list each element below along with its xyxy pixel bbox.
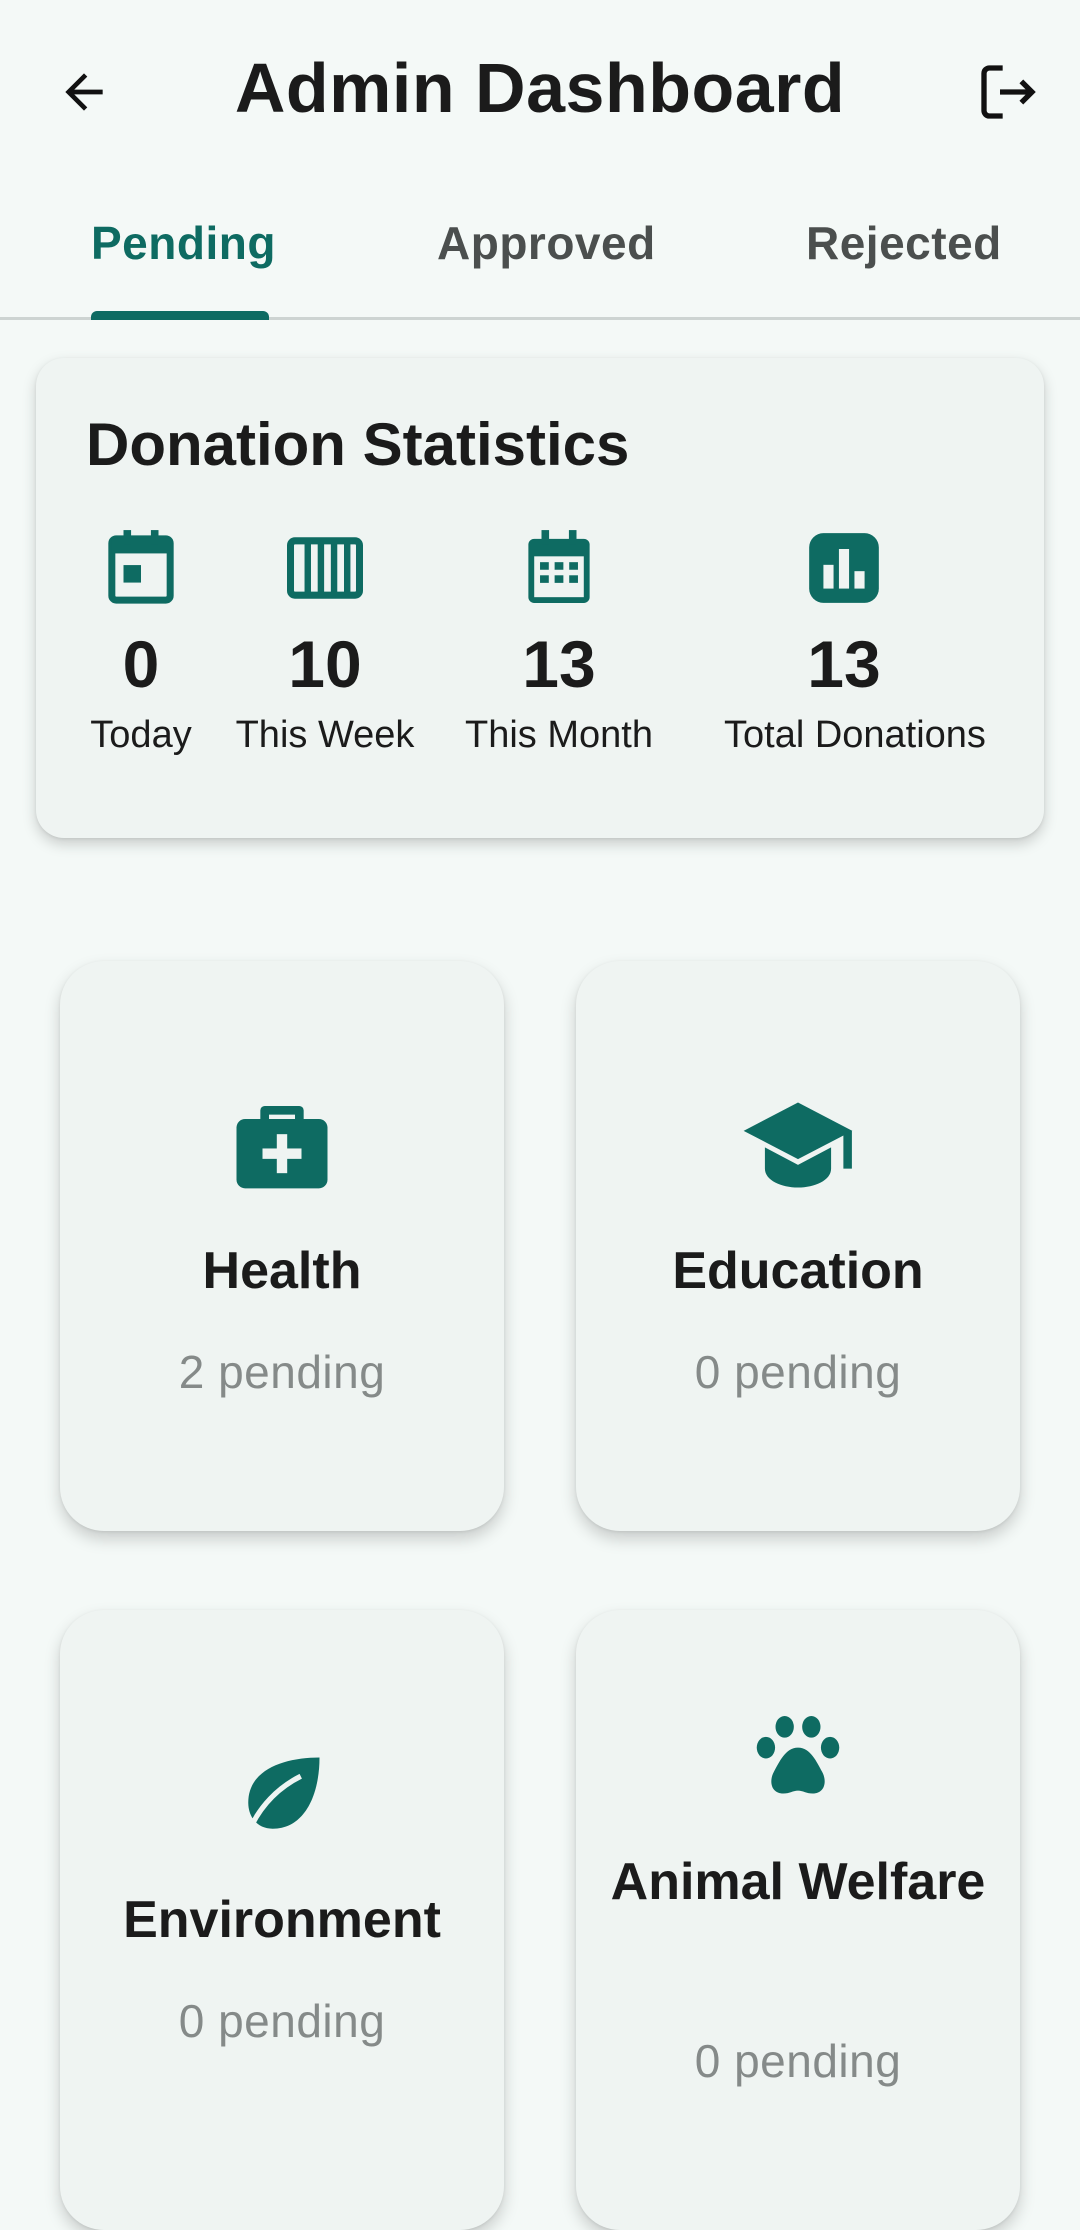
logout-button[interactable] [968,52,1048,132]
logout-icon [981,65,1036,119]
calendar-today-icon [108,530,174,604]
stat-total-donations-label: Total Donations [724,714,986,756]
category-pending-count: 0 pending [694,1346,902,1398]
calendar-month-icon [528,530,590,603]
category-pending-count: 0 pending [694,2035,902,2087]
medical-bag-icon [236,1106,328,1189]
stat-total-donations: 13 Total Donations [724,528,986,757]
category-pending-count: 2 pending [178,1346,386,1398]
tab-bar: Pending Approved Rejected [0,180,1080,320]
category-card-animal-welfare[interactable]: Animal Welfare 0 pending [576,1610,1020,2230]
leaf-icon [245,1757,320,1834]
category-card-health[interactable]: Health 2 pending [60,961,504,1531]
app-bar: Admin Dashboard [0,0,1080,180]
category-name: Environment [123,1891,441,1949]
stat-this-week-value: 10 [288,627,362,701]
stat-this-month: 13 This Month [439,528,679,757]
stat-this-week-label: This Week [235,714,415,756]
category-name: Health [202,1242,362,1300]
stat-this-month-label: This Month [465,714,653,756]
tab-approved[interactable]: Approved [437,216,656,270]
category-name: Animal Welfare [610,1853,986,1911]
stat-total-donations-value: 13 [807,627,881,701]
tab-indicator [91,311,269,320]
paw-icon [756,1716,840,1794]
stats-title: Donation Statistics [86,411,630,478]
category-name: Education [672,1242,924,1300]
donation-statistics-card: Donation Statistics 0 Today 10 This Week… [36,358,1044,838]
graduation-cap-icon [743,1102,853,1188]
calendar-week-icon [287,537,363,599]
category-card-education[interactable]: Education 0 pending [576,961,1020,1531]
category-pending-count: 0 pending [178,1995,386,2047]
tab-pending[interactable]: Pending [91,216,276,270]
stat-this-month-value: 13 [522,627,596,701]
page-title: Admin Dashboard [234,49,846,127]
category-card-environment[interactable]: Environment 0 pending [60,1610,504,2230]
tab-rejected[interactable]: Rejected [806,216,1002,270]
stat-this-week: 10 This Week [205,528,445,757]
bar-chart-icon [809,533,879,603]
